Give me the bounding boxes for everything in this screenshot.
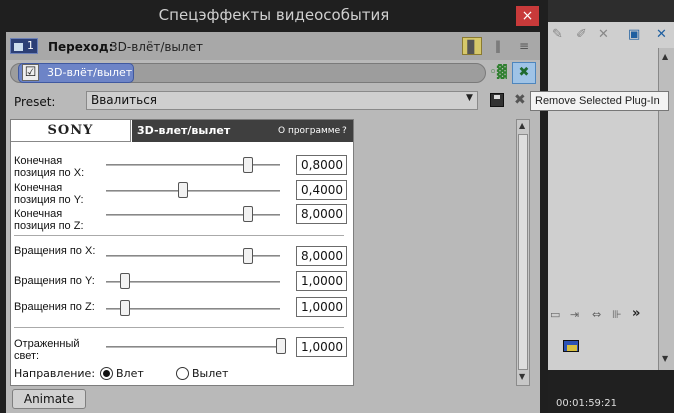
scroll-down-icon[interactable]: ▼ bbox=[519, 372, 525, 381]
transport-icon[interactable]: ⇥ bbox=[570, 308, 579, 321]
transport-icon[interactable]: ⇔ bbox=[592, 308, 601, 321]
chain-number-badge[interactable]: 1 bbox=[10, 38, 38, 54]
param-slider-track[interactable] bbox=[106, 346, 280, 348]
param-slider-thumb[interactable] bbox=[276, 338, 286, 354]
brand-logo: SONY bbox=[11, 120, 131, 142]
about-link[interactable]: О программе bbox=[278, 126, 340, 136]
chevron-down-icon[interactable]: ▼ bbox=[466, 93, 473, 103]
view-mode-2-icon[interactable]: ‖ bbox=[488, 37, 508, 55]
preset-label: Preset: bbox=[14, 95, 56, 109]
scrollbar-thumb[interactable] bbox=[518, 134, 528, 370]
window-title: Спецэффекты видеособытия bbox=[158, 6, 390, 24]
direction-in-label[interactable]: Влет bbox=[116, 367, 144, 380]
transport-icon[interactable]: ▭ bbox=[550, 308, 560, 321]
header-label: Переход: bbox=[48, 40, 114, 54]
param-value-field[interactable]: 8,0000 bbox=[296, 204, 347, 224]
direction-label: Направление: bbox=[14, 367, 96, 380]
tool-icon[interactable]: ✐ bbox=[576, 27, 587, 42]
divider bbox=[14, 327, 344, 328]
monitor-icon[interactable]: ▣ bbox=[628, 27, 640, 42]
view-mode-1-icon[interactable]: ▊ bbox=[462, 37, 482, 55]
tool-icon[interactable]: ✎ bbox=[552, 27, 563, 42]
param-label: Конечная позиция по Z: bbox=[14, 208, 84, 232]
param-label: Вращения по X: bbox=[14, 245, 96, 257]
param-label: Вращения по Z: bbox=[14, 301, 95, 313]
param-slider-track[interactable] bbox=[106, 308, 280, 310]
param-slider-thumb[interactable] bbox=[243, 206, 254, 222]
animate-button[interactable]: Animate bbox=[12, 389, 86, 409]
param-value-field[interactable]: 1,0000 bbox=[296, 297, 347, 317]
param-slider-track[interactable] bbox=[106, 255, 280, 257]
param-value-field[interactable]: 1,0000 bbox=[296, 271, 347, 291]
param-value-field[interactable]: 8,0000 bbox=[296, 246, 347, 266]
transport-icon[interactable]: ⊪ bbox=[612, 308, 622, 321]
param-value-field[interactable]: 1,0000 bbox=[296, 337, 347, 357]
header-value: 3D-влёт/вылет bbox=[110, 40, 203, 54]
param-label: Конечная позиция по Y: bbox=[14, 182, 84, 206]
close-icon[interactable]: ✕ bbox=[598, 27, 609, 42]
plugin-name: 3D-влет/вылет bbox=[137, 124, 231, 137]
divider bbox=[14, 235, 344, 236]
param-slider-track[interactable] bbox=[106, 281, 280, 283]
plugin-enable-checkbox[interactable]: ☑ bbox=[22, 64, 39, 81]
param-value-field[interactable]: 0,4000 bbox=[296, 180, 347, 200]
param-value-field[interactable]: 0,8000 bbox=[296, 155, 347, 175]
more-icon[interactable]: » bbox=[632, 306, 640, 321]
chain-icon bbox=[14, 43, 23, 51]
pin-icon[interactable]: ✕ bbox=[656, 27, 667, 42]
param-label: Конечная позиция по X: bbox=[14, 155, 85, 179]
scroll-up-icon[interactable]: ▲ bbox=[519, 121, 525, 130]
save-preset-icon[interactable] bbox=[490, 93, 504, 107]
delete-preset-icon[interactable]: ✖ bbox=[514, 92, 526, 108]
preset-select[interactable]: Ввалиться bbox=[86, 91, 478, 110]
timecode: 00:01:59:21 bbox=[556, 398, 618, 409]
tooltip: Remove Selected Plug-In bbox=[530, 91, 669, 111]
direction-in-radio[interactable] bbox=[100, 367, 113, 380]
help-link[interactable]: ? bbox=[342, 126, 347, 136]
param-slider-track[interactable] bbox=[106, 190, 280, 192]
clip-thumbnail[interactable] bbox=[563, 340, 579, 352]
direction-out-label[interactable]: Вылет bbox=[192, 367, 228, 380]
view-mode-3-icon[interactable]: ≡ bbox=[514, 37, 534, 55]
param-slider-track[interactable] bbox=[106, 214, 280, 216]
param-slider-thumb[interactable] bbox=[243, 248, 254, 264]
remove-plugin-icon[interactable]: ✖ bbox=[512, 62, 536, 84]
direction-out-radio[interactable] bbox=[176, 367, 189, 380]
plugin-chain-icon[interactable]: ◦▓ bbox=[488, 65, 508, 83]
param-slider-thumb[interactable] bbox=[177, 182, 188, 198]
param-slider-track[interactable] bbox=[106, 164, 280, 166]
param-slider-thumb[interactable] bbox=[120, 300, 131, 316]
param-slider-thumb[interactable] bbox=[120, 273, 131, 289]
close-button[interactable]: × bbox=[516, 6, 539, 26]
param-label: Вращения по Y: bbox=[14, 275, 95, 287]
param-slider-thumb[interactable] bbox=[243, 157, 254, 173]
param-label: Отраженный свет: bbox=[14, 338, 80, 362]
